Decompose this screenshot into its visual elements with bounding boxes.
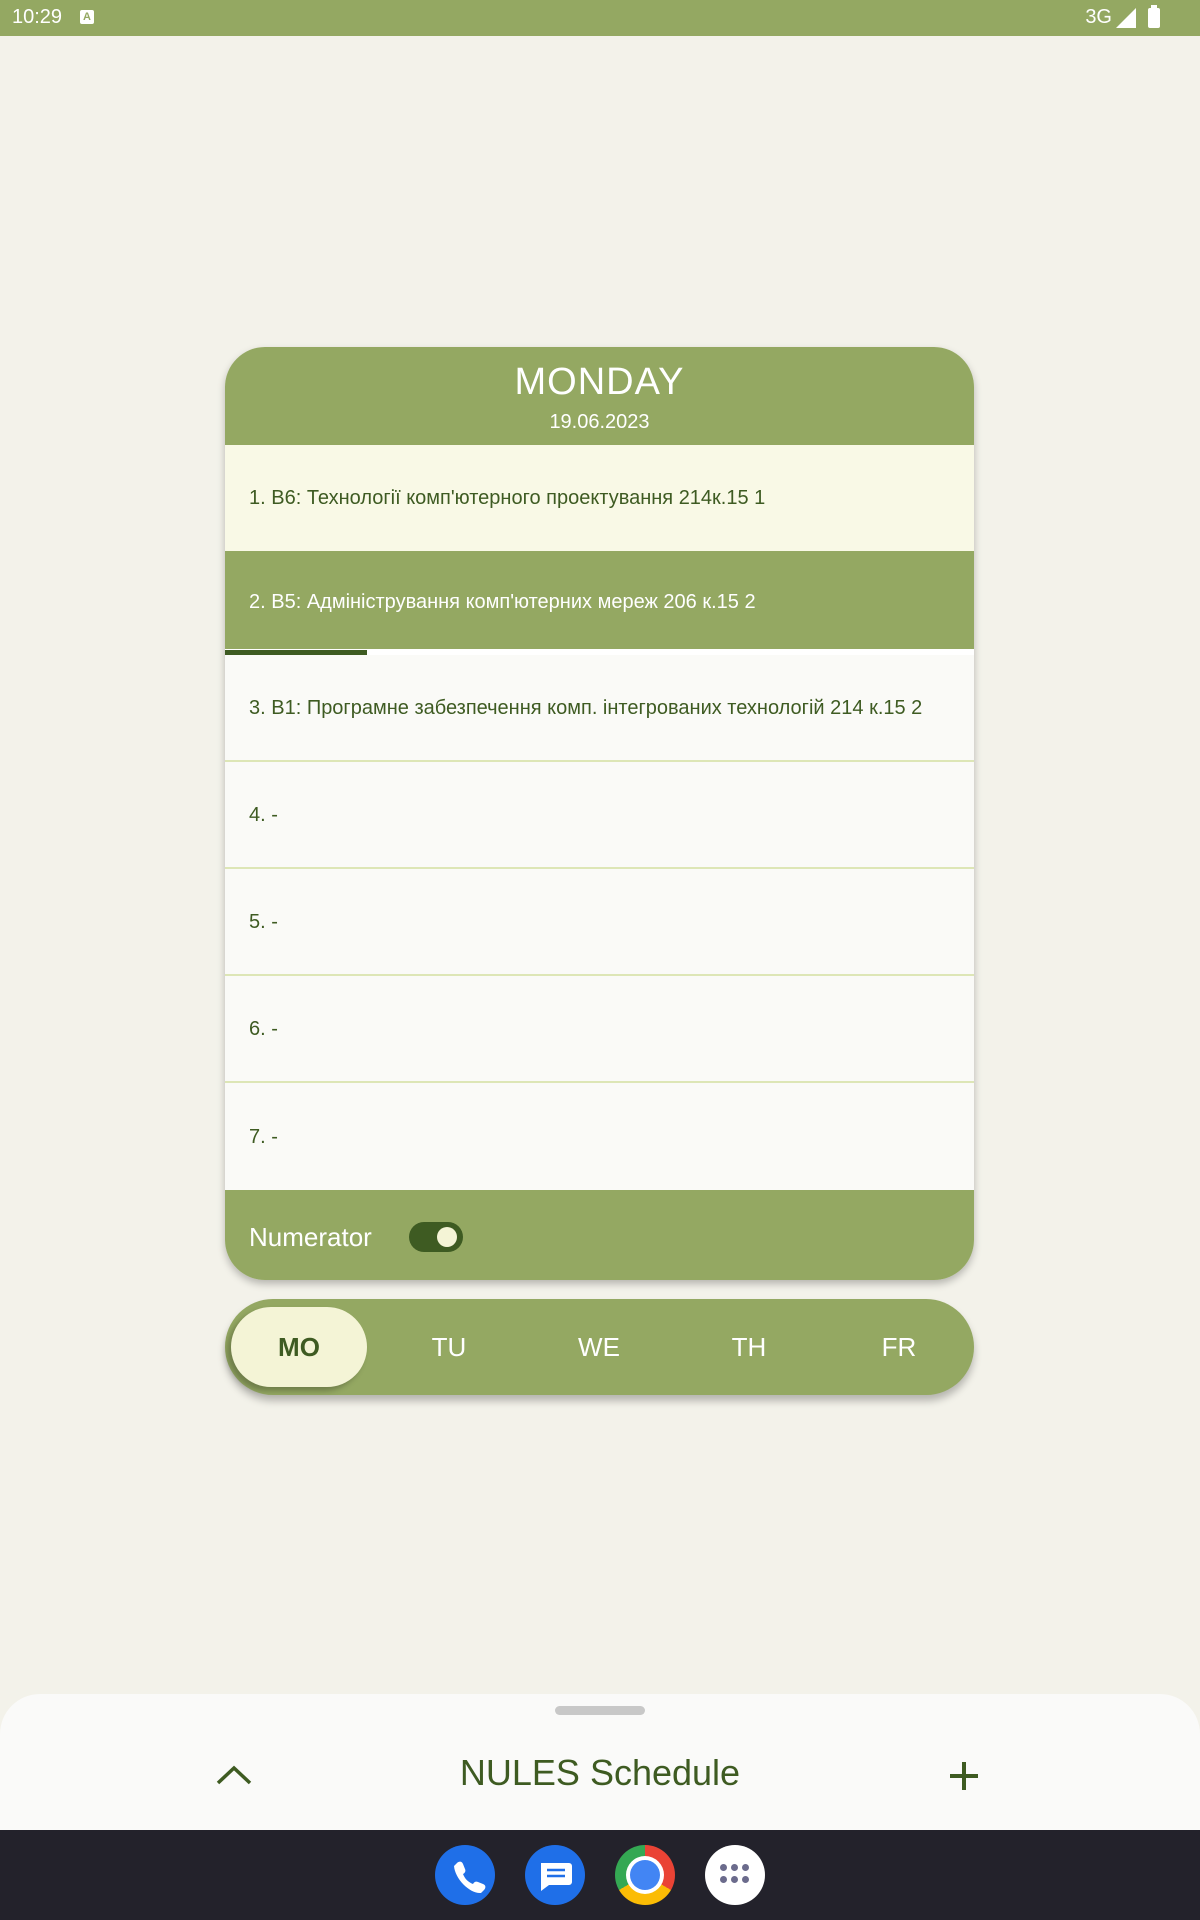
- signal-icon: [1116, 8, 1136, 28]
- day-tab-we[interactable]: WE: [531, 1307, 667, 1387]
- day-title: MONDAY: [514, 361, 685, 403]
- lesson-label: 1. В6: Технології комп'ютерного проектув…: [249, 487, 766, 509]
- lesson-label: 2. В5: Адміністрування комп'ютерних мере…: [249, 591, 756, 613]
- notification-a-icon: A: [80, 10, 94, 24]
- plus-icon[interactable]: [948, 1760, 980, 1792]
- lesson-label: 5. -: [249, 910, 278, 933]
- drag-handle[interactable]: [555, 1706, 645, 1715]
- app-drawer-dots-icon: [720, 1864, 750, 1886]
- numerator-label: Numerator: [249, 1222, 372, 1252]
- messages-icon[interactable]: [525, 1845, 585, 1905]
- status-time: 10:29: [12, 6, 63, 28]
- lesson-row-2-current[interactable]: 2. В5: Адміністрування комп'ютерних мере…: [225, 551, 974, 653]
- lesson-row-1[interactable]: 1. В6: Технології комп'ютерного проектув…: [225, 445, 974, 551]
- numerator-footer: Numerator: [225, 1190, 974, 1280]
- day-tab-fr[interactable]: FR: [831, 1307, 967, 1387]
- lesson-row-5[interactable]: 5. -: [225, 869, 974, 976]
- toggle-knob: [437, 1227, 457, 1247]
- day-date: 19.06.2023: [549, 411, 650, 433]
- network-type: 3G: [1085, 6, 1112, 28]
- day-tab-mo[interactable]: MO: [231, 1307, 367, 1387]
- lesson-row-7[interactable]: 7. -: [225, 1083, 974, 1190]
- lesson-row-4[interactable]: 4. -: [225, 762, 974, 869]
- lesson-label: 6. -: [249, 1017, 278, 1040]
- chrome-icon[interactable]: [615, 1845, 675, 1905]
- day-selector: MO TU WE TH FR: [225, 1299, 974, 1395]
- numerator-toggle[interactable]: [409, 1222, 463, 1252]
- phone-glyph-icon: [454, 1861, 486, 1894]
- lesson-label: 7. -: [249, 1125, 278, 1148]
- bottom-sheet: NULES Schedule: [0, 1694, 1200, 1830]
- app-drawer-icon[interactable]: [705, 1845, 765, 1905]
- lesson-row-6[interactable]: 6. -: [225, 976, 974, 1083]
- chrome-center-icon: [630, 1860, 660, 1890]
- lesson-label: 3. В1: Програмне забезпечення комп. інте…: [249, 696, 923, 719]
- messages-glyph-icon: [541, 1863, 572, 1891]
- status-bar: 10:29 A 3G: [0, 0, 1200, 36]
- lesson-row-3[interactable]: 3. В1: Програмне забезпечення комп. інте…: [225, 655, 974, 762]
- lesson-label: 4. -: [249, 803, 278, 826]
- app-title: NULES Schedule: [459, 1752, 741, 1793]
- day-header: MONDAY 19.06.2023: [225, 347, 974, 445]
- day-tab-th[interactable]: TH: [681, 1307, 817, 1387]
- battery-icon: [1148, 5, 1160, 28]
- phone-icon[interactable]: [435, 1845, 495, 1905]
- day-tab-tu[interactable]: TU: [381, 1307, 517, 1387]
- day-schedule-card: MONDAY 19.06.2023 1. В6: Технології комп…: [225, 347, 974, 1280]
- nav-dock: [0, 1830, 1200, 1920]
